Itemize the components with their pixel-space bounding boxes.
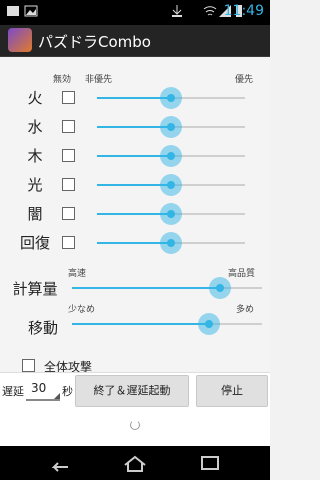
orb-priority-slider[interactable] [97, 174, 245, 196]
move-slider-fill [72, 323, 209, 325]
orb-disable-checkbox[interactable] [62, 91, 75, 104]
back-icon[interactable] [46, 451, 74, 475]
action-bar: パズドラCombo [0, 25, 270, 57]
orb-priority-slider-thumb[interactable] [160, 116, 182, 138]
settings-content: 無効 非優先 優先 火水木光闇回復 高速 高品質 計算量 少なめ 多め 移動 全… [0, 58, 270, 374]
loading-spinner-icon [130, 420, 140, 430]
orb-label: 回復 [19, 234, 50, 252]
status-bar: 11:49 [0, 0, 270, 25]
orb-label: 木 [27, 147, 43, 165]
download-icon [172, 5, 182, 17]
dropdown-arrow-icon [54, 393, 60, 399]
orb-priority-slider[interactable] [97, 87, 245, 109]
orb-priority-slider[interactable] [97, 203, 245, 225]
orb-priority-slider[interactable] [97, 145, 245, 167]
column-header-non-priority: 非優先 [85, 75, 113, 85]
app-title: パズドラCombo [38, 33, 151, 51]
home-icon[interactable] [121, 451, 149, 475]
image-icon [24, 5, 38, 17]
orb-label: 闇 [27, 205, 43, 223]
orb-label: 火 [27, 89, 43, 107]
move-label: 移動 [27, 319, 58, 337]
orb-priority-slider-thumb[interactable] [160, 232, 182, 254]
lower-area [0, 408, 270, 446]
orb-priority-slider[interactable] [97, 116, 245, 138]
move-min-label: 少なめ [68, 305, 96, 315]
calc-max-label: 高品質 [228, 269, 256, 279]
delay-label: 遅延 [2, 385, 24, 398]
orb-label: 光 [27, 176, 43, 194]
recent-apps-icon[interactable] [196, 451, 224, 475]
seconds-label: 秒 [62, 385, 73, 398]
stop-and-delay-start-button[interactable]: 終了＆遅延起動 [75, 375, 189, 407]
app-icon [8, 28, 32, 52]
move-max-label: 多め [236, 305, 255, 315]
calc-slider-thumb[interactable] [209, 277, 232, 299]
bottom-controls: 遅延 30 秒 終了＆遅延起動 停止 [0, 372, 270, 408]
delay-select[interactable]: 30 [26, 379, 60, 401]
clock: 11:49 [223, 3, 264, 19]
orb-label: 水 [27, 118, 43, 136]
orb-priority-slider-thumb[interactable] [160, 87, 182, 109]
full-attack-checkbox[interactable] [22, 359, 35, 372]
calc-min-label: 高速 [68, 269, 87, 279]
orb-priority-slider-thumb[interactable] [160, 174, 182, 196]
move-slider-thumb[interactable] [197, 313, 220, 335]
column-header-priority: 優先 [235, 75, 254, 85]
orb-priority-slider-thumb[interactable] [160, 145, 182, 167]
orb-disable-checkbox[interactable] [62, 149, 75, 162]
move-slider[interactable] [72, 313, 262, 335]
orb-disable-checkbox[interactable] [62, 207, 75, 220]
wifi-icon [203, 6, 217, 16]
orb-disable-checkbox[interactable] [62, 236, 75, 249]
orb-disable-checkbox[interactable] [62, 120, 75, 133]
navigation-bar [0, 446, 270, 480]
orb-priority-slider-thumb[interactable] [160, 203, 182, 225]
notification-icon [7, 6, 19, 16]
calc-label: 計算量 [12, 280, 58, 298]
orb-disable-checkbox[interactable] [62, 178, 75, 191]
column-header-disable: 無効 [53, 75, 72, 85]
orb-priority-slider[interactable] [97, 232, 245, 254]
delay-value: 30 [31, 381, 47, 395]
calc-slider-fill [72, 287, 221, 289]
stop-button[interactable]: 停止 [196, 375, 268, 407]
calc-slider[interactable] [72, 277, 262, 299]
